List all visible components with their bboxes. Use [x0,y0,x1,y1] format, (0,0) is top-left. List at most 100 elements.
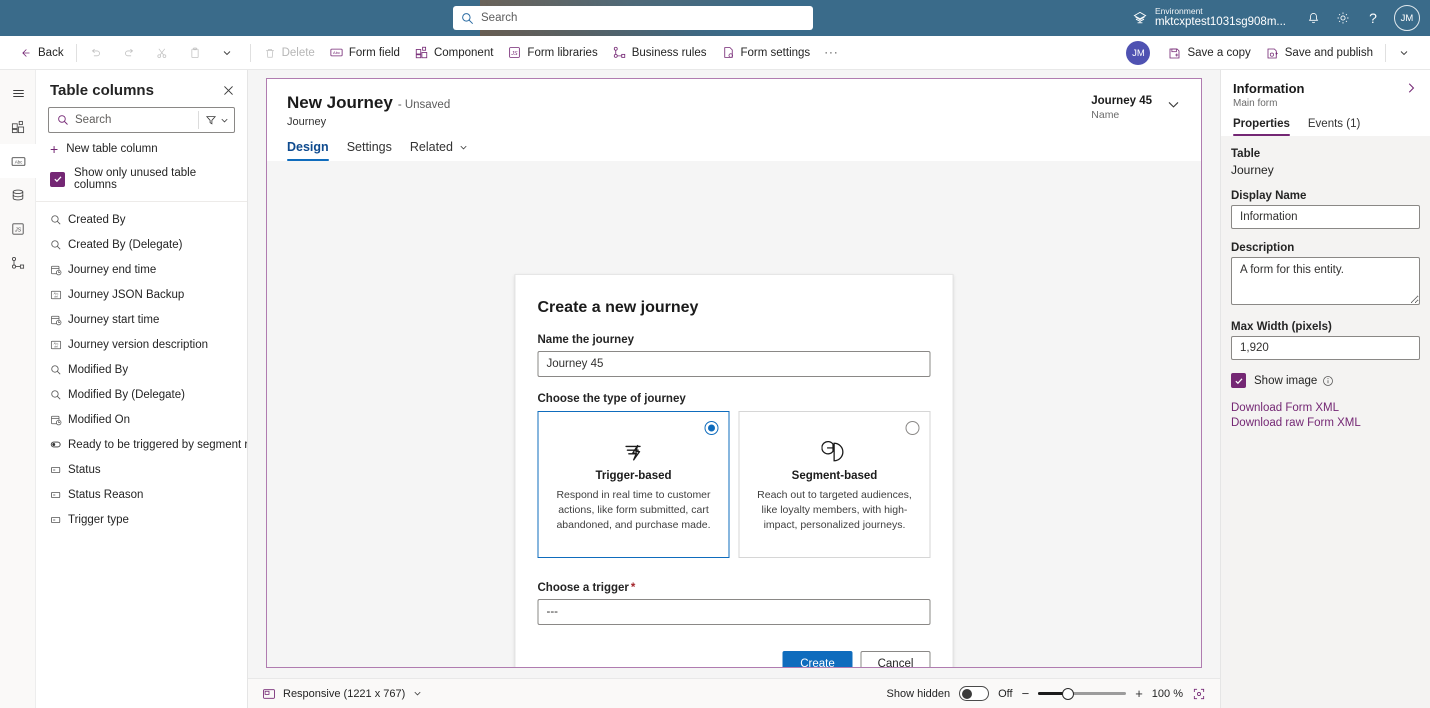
component-button[interactable]: Component [407,39,500,67]
environment-label: Environment [1154,5,1203,16]
cancel-button[interactable]: Cancel [860,651,931,667]
rail-item-data-source[interactable] [0,178,36,212]
responsive-selector[interactable]: Responsive (1221 x 767) [262,687,423,701]
cut-button[interactable] [148,39,181,67]
back-button[interactable]: Back [12,39,71,67]
rail-item-table-columns[interactable]: Abc [0,144,36,178]
tab-settings-label: Settings [346,140,392,154]
list-item[interactable]: Modified By (Delegate) [36,382,247,407]
owner-avatar[interactable]: JM [1126,41,1151,65]
list-item[interactable]: Created By [36,207,247,232]
zoom-slider-thumb[interactable] [1062,687,1075,700]
display-name-input[interactable] [1231,205,1420,229]
form-settings-button[interactable]: Form settings [714,39,818,67]
list-item[interactable]: Modified By [36,357,247,382]
notifications-button[interactable] [1298,0,1328,36]
left-rail: Abc JS [0,70,36,708]
zoom-in-button[interactable]: + [1135,687,1143,700]
list-item[interactable]: Created By (Delegate) [36,232,247,257]
form-tabs: Design Settings Related [287,140,1181,161]
help-button[interactable]: ? [1358,0,1388,36]
tab-design[interactable]: Design [287,140,329,161]
table-columns-icon: Abc [11,156,25,166]
close-icon[interactable] [222,84,235,97]
list-item[interactable]: Journey start time [36,307,247,332]
rail-item-business-rules[interactable] [0,246,36,280]
environment-picker[interactable]: Environment mktcxptest1031sg908m... [1132,5,1286,30]
undo-button[interactable] [82,39,115,67]
paste-options-chevron[interactable] [214,39,245,67]
chevron-down-icon[interactable] [1166,95,1181,112]
list-item[interactable]: Ready to be triggered by segment r... [36,432,247,457]
paste-button[interactable] [181,39,214,67]
max-width-label: Max Width (pixels) [1231,321,1332,333]
column-label: Created By (Delegate) [68,238,183,251]
list-item[interactable]: Abc def Journey JSON Backup [36,282,247,307]
list-item[interactable]: Trigger type [36,507,247,532]
download-raw-form-xml-link[interactable]: Download raw Form XML [1231,417,1420,429]
list-item[interactable]: Abc def Journey version description [36,332,247,357]
tab-properties[interactable]: Properties [1233,118,1290,136]
overflow-menu-button[interactable]: ··· [817,39,846,67]
table-columns-search-input[interactable] [75,114,194,126]
search-icon [461,12,474,25]
tab-related[interactable]: Related [410,140,469,161]
save-and-publish-button[interactable]: Save and publish [1258,39,1380,67]
display-name-label: Display Name [1231,190,1307,202]
form-libraries-button[interactable]: JS Form libraries [500,39,604,67]
table-columns-search[interactable] [48,107,235,133]
user-avatar[interactable]: JM [1394,5,1420,31]
checkbox-checked-icon [1231,373,1246,388]
business-rules-button[interactable]: Business rules [605,39,714,67]
global-search[interactable] [453,6,813,30]
list-item[interactable]: Journey end time [36,257,247,282]
show-image-label: Show image [1254,374,1318,387]
tab-settings[interactable]: Settings [347,140,392,161]
list-item[interactable]: Status [36,457,247,482]
save-options-chevron[interactable] [1391,39,1422,67]
list-item[interactable]: Status Reason [36,482,247,507]
zoom-slider[interactable] [1038,687,1127,701]
journey-type-card-trigger-based[interactable]: Trigger-based Respond in real time to cu… [537,411,730,558]
redo-button[interactable] [115,39,148,67]
record-selector[interactable]: Journey 45 Name [1091,93,1181,121]
trigger-bolt-icon [553,438,715,466]
trigger-select[interactable] [537,599,931,625]
new-table-column-button[interactable]: + New table column [36,133,247,164]
form-libraries-label: Form libraries [527,46,598,59]
tab-events[interactable]: Events (1) [1308,118,1360,136]
delete-button[interactable]: Delete [256,39,322,67]
rail-item-hamburger[interactable] [0,76,36,110]
text-icon: Abc def [50,339,68,351]
filter-button[interactable] [198,111,230,129]
expand-panel-icon[interactable] [1404,81,1418,95]
show-image-checkbox[interactable]: Show image [1231,373,1420,388]
journey-name-input[interactable] [537,351,931,377]
create-button[interactable]: Create [782,651,853,667]
info-icon[interactable] [1322,375,1334,387]
description-label: Description [1231,242,1295,254]
radio-trigger-based[interactable] [704,421,719,435]
table-columns-list[interactable]: Created By Created By (Delegate) Journey… [36,202,247,708]
show-hidden-toggle[interactable] [959,686,990,701]
list-item[interactable]: Modified On [36,407,247,432]
filter-icon [205,116,217,125]
rail-item-components[interactable] [0,110,36,144]
fit-to-screen-icon[interactable] [1192,687,1206,701]
form-field-button[interactable]: Abc Form field [322,39,407,67]
settings-button[interactable] [1328,0,1358,36]
question-mark-icon: ? [1369,10,1377,26]
properties-panel: Information Main form Properties Events … [1220,70,1430,708]
data-source-icon [12,189,24,201]
download-form-xml-link[interactable]: Download Form XML [1231,402,1420,414]
search-icon [57,114,69,126]
journey-type-card-segment-based[interactable]: Segment-based Reach out to targeted audi… [738,411,931,558]
description-textarea[interactable]: A form for this entity. [1231,257,1420,305]
rail-item-form-libraries[interactable]: JS [0,212,36,246]
search-input[interactable] [481,12,805,24]
save-a-copy-button[interactable]: Save a copy [1160,39,1257,67]
show-unused-columns-checkbox[interactable]: Show only unused table columns [36,164,247,202]
max-width-input[interactable] [1231,336,1420,360]
radio-segment-based[interactable] [905,421,920,435]
zoom-out-button[interactable]: − [1022,687,1030,700]
